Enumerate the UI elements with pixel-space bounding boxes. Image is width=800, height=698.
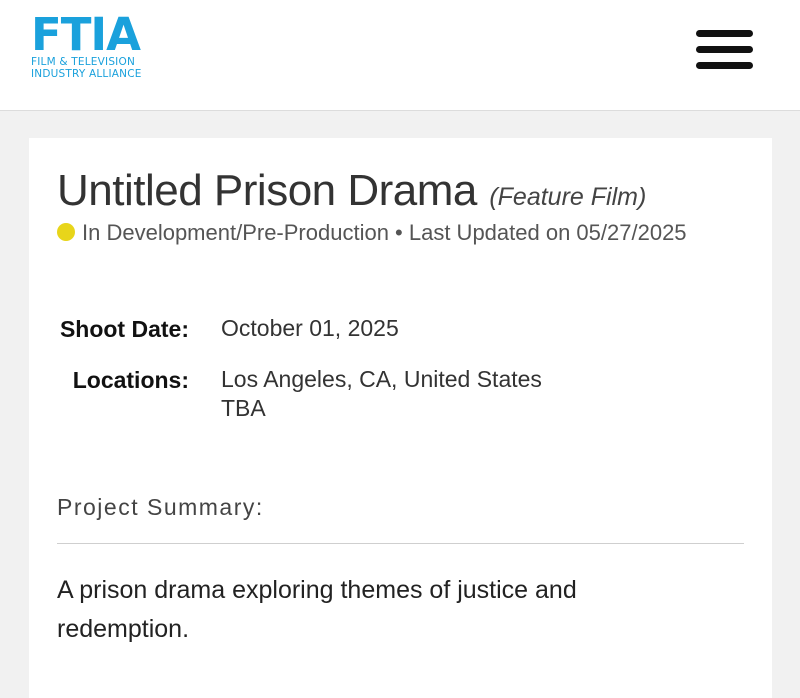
location-item: Los Angeles, CA, United States: [221, 366, 542, 392]
locations-list: Los Angeles, CA, United States TBA: [221, 365, 542, 423]
section-divider: [57, 543, 744, 544]
shoot-date-value: October 01, 2025: [221, 315, 399, 341]
status-dot-icon: [57, 223, 75, 241]
hamburger-menu-icon[interactable]: [696, 30, 753, 70]
ftia-logo[interactable]: FTIA Film & Television Industry Alliance: [31, 8, 161, 84]
shoot-date-label: Shoot Date:: [59, 316, 189, 342]
title-row: Untitled Prison Drama (Feature Film): [57, 166, 646, 216]
logo-tagline-line-1: Film & Television: [31, 56, 136, 68]
location-item: TBA: [221, 395, 266, 421]
summary-text: A prison drama exploring themes of justi…: [57, 576, 577, 643]
project-type: (Feature Film): [489, 183, 647, 211]
site-header: FTIA Film & Television Industry Alliance: [0, 0, 800, 111]
menu-bar-bottom: [696, 62, 753, 69]
status-row: In Development/Pre-Production • Last Upd…: [57, 220, 687, 246]
logo-tagline-line-2: Industry Alliance: [31, 68, 142, 80]
project-title: Untitled Prison Drama: [57, 166, 477, 215]
locations-label: Locations:: [72, 367, 189, 393]
logo-mark: FTIA: [31, 8, 141, 61]
project-card: Untitled Prison Drama (Feature Film) In …: [29, 138, 772, 698]
status-text: In Development/Pre-Production • Last Upd…: [82, 220, 687, 245]
summary-heading: Project Summary:: [57, 494, 264, 520]
menu-bar-top: [696, 30, 753, 37]
menu-bar-middle: [696, 46, 753, 53]
